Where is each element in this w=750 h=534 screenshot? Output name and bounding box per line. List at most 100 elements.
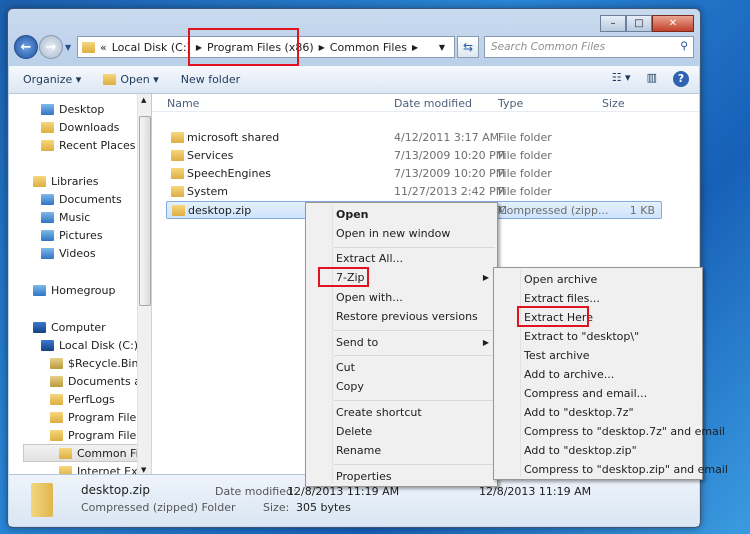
sidebar-item-videos[interactable]: Videos: [41, 244, 96, 262]
sidebar-item-music[interactable]: Music: [41, 208, 90, 226]
view-options-icon[interactable]: ☷ ▾: [612, 71, 631, 87]
submenu-arrow-icon: ▶: [482, 338, 489, 347]
sidebar-item-local-disk[interactable]: Local Disk (C:): [41, 336, 138, 354]
size-value: 305 bytes: [296, 501, 351, 514]
context-menu-item[interactable]: Copy: [336, 380, 364, 393]
file-date: 7/13/2009 10:20 PM: [394, 149, 506, 162]
7zip-menu-item[interactable]: Add to archive...: [524, 368, 614, 381]
7zip-menu-item[interactable]: Open archive: [524, 273, 597, 286]
7zip-menu-item[interactable]: Test archive: [524, 349, 590, 362]
close-button[interactable]: ✕: [652, 15, 694, 32]
size-label: Size:: [263, 501, 290, 514]
new-folder-button[interactable]: New folder: [181, 73, 240, 86]
sidebar-item-libraries[interactable]: Libraries: [33, 172, 99, 190]
folder-icon: [171, 150, 184, 161]
sidebar-item-documents-and-settings[interactable]: Documents and Settings: [50, 372, 138, 390]
sidebar-item-desktop[interactable]: Desktop: [41, 100, 104, 118]
minimize-button[interactable]: –: [600, 15, 626, 32]
breadcrumb-common-files[interactable]: Common Files: [330, 41, 407, 54]
file-date: 11/27/2013 2:42 PM: [394, 185, 506, 198]
menu-separator: [334, 330, 495, 331]
7zip-menu-item[interactable]: Extract files...: [524, 292, 600, 305]
details-file-name: desktop.zip: [81, 483, 150, 497]
help-icon[interactable]: ?: [673, 71, 689, 87]
recent-pages-dropdown[interactable]: ▼: [65, 43, 71, 52]
folder-icon: [171, 132, 184, 143]
sidebar-item-pictures[interactable]: Pictures: [41, 226, 103, 244]
open-button[interactable]: Open ▾: [103, 73, 159, 86]
highlight-extract-here: [517, 306, 589, 327]
context-menu: Open Open in new window Extract All... 7-Zi…: [305, 202, 498, 487]
highlight-program-files: [188, 28, 299, 66]
zip-folder-icon: [31, 483, 53, 517]
sidebar-item-recent-places[interactable]: Recent Places: [41, 136, 136, 154]
7zip-submenu: Open archive Extract files... Extract Here…: [493, 267, 728, 480]
organize-button[interactable]: Organize ▾: [23, 73, 81, 86]
sidebar-item-program-files[interactable]: Program Files: [50, 408, 138, 426]
date-modified-label: Date modified:: [215, 485, 297, 498]
sidebar-item-recycle-bin[interactable]: $Recycle.Bin: [50, 354, 138, 372]
sidebar-item-common-files[interactable]: Common Files: [23, 444, 138, 462]
breadcrumb-local-disk[interactable]: Local Disk (C:): [112, 41, 191, 54]
7zip-menu-item[interactable]: Compress and email...: [524, 387, 647, 400]
preview-pane-icon[interactable]: ▥: [647, 71, 657, 87]
highlight-7zip: [318, 267, 369, 287]
file-type: File folder: [498, 131, 552, 144]
navigation-pane: Desktop Downloads Recent Places Librarie…: [9, 94, 151, 478]
menu-separator: [334, 355, 495, 356]
file-name: desktop.zip: [188, 204, 252, 217]
scroll-thumb[interactable]: [139, 116, 151, 306]
address-dropdown-icon[interactable]: ▼: [439, 43, 445, 52]
7zip-menu-item[interactable]: Add to "desktop.7z": [524, 406, 634, 419]
file-row[interactable]: System 11/27/2013 2:42 PM File folder: [166, 183, 662, 201]
file-type: File folder: [498, 167, 552, 180]
context-menu-item[interactable]: Extract All...: [336, 252, 403, 265]
sidebar-item-homegroup[interactable]: Homegroup: [33, 281, 115, 299]
overflow-icon[interactable]: «: [100, 41, 107, 54]
file-row[interactable]: Services 7/13/2009 10:20 PM File folder: [166, 147, 662, 165]
menu-separator: [334, 464, 495, 465]
file-row[interactable]: microsoft shared 4/12/2011 3:17 AM File …: [166, 129, 662, 147]
refresh-button[interactable]: ⇆: [457, 36, 479, 58]
7zip-menu-item[interactable]: Add to "desktop.zip": [524, 444, 637, 457]
column-type[interactable]: Type: [498, 97, 523, 110]
sidebar-item-perflogs[interactable]: PerfLogs: [50, 390, 138, 408]
sidebar-item-computer[interactable]: Computer: [33, 318, 106, 336]
context-menu-item[interactable]: Open in new window: [336, 227, 450, 240]
back-button[interactable]: ←: [14, 35, 38, 59]
column-date-modified[interactable]: Date modified: [394, 97, 472, 110]
7zip-menu-item[interactable]: Compress to "desktop.7z" and email: [524, 425, 725, 438]
file-date: 4/12/2011 3:17 AM: [394, 131, 500, 144]
context-menu-item[interactable]: Delete: [336, 425, 372, 438]
context-menu-item[interactable]: Properties: [336, 470, 392, 483]
file-name: Services: [187, 149, 234, 162]
7zip-menu-item[interactable]: Compress to "desktop.zip" and email: [524, 463, 728, 476]
sidebar-item-downloads[interactable]: Downloads: [41, 118, 119, 136]
file-row[interactable]: SpeechEngines 7/13/2009 10:20 PM File fo…: [166, 165, 662, 183]
column-size[interactable]: Size: [602, 97, 625, 110]
file-name: SpeechEngines: [187, 167, 271, 180]
context-menu-item[interactable]: Cut: [336, 361, 355, 374]
context-menu-item[interactable]: Send to: [336, 336, 378, 349]
folder-icon: [82, 41, 95, 53]
context-menu-item[interactable]: Restore previous versions: [336, 310, 478, 323]
search-icon: ⚲: [680, 40, 688, 52]
forward-button[interactable]: →: [39, 35, 63, 59]
context-menu-item[interactable]: Open: [336, 208, 369, 221]
file-type: Compressed (zipp...: [499, 204, 609, 217]
maximize-button[interactable]: □: [626, 15, 652, 32]
7zip-menu-item[interactable]: Extract to "desktop\": [524, 330, 639, 343]
menu-separator: [334, 400, 495, 401]
sidebar-item-program-files-x86[interactable]: Program Files (x86): [50, 426, 138, 444]
file-size: 1 KB: [629, 204, 655, 217]
sidebar-scrollbar[interactable]: ▲ ▼: [137, 94, 151, 474]
search-input[interactable]: Search Common Files ⚲: [484, 36, 694, 58]
context-menu-item[interactable]: Open with...: [336, 291, 403, 304]
context-menu-item[interactable]: Create shortcut: [336, 406, 422, 419]
file-type: File folder: [498, 149, 552, 162]
sidebar-item-documents[interactable]: Documents: [41, 190, 122, 208]
column-name[interactable]: Name: [167, 97, 199, 110]
context-menu-item[interactable]: Rename: [336, 444, 381, 457]
file-name: System: [187, 185, 229, 198]
file-type: File folder: [498, 185, 552, 198]
